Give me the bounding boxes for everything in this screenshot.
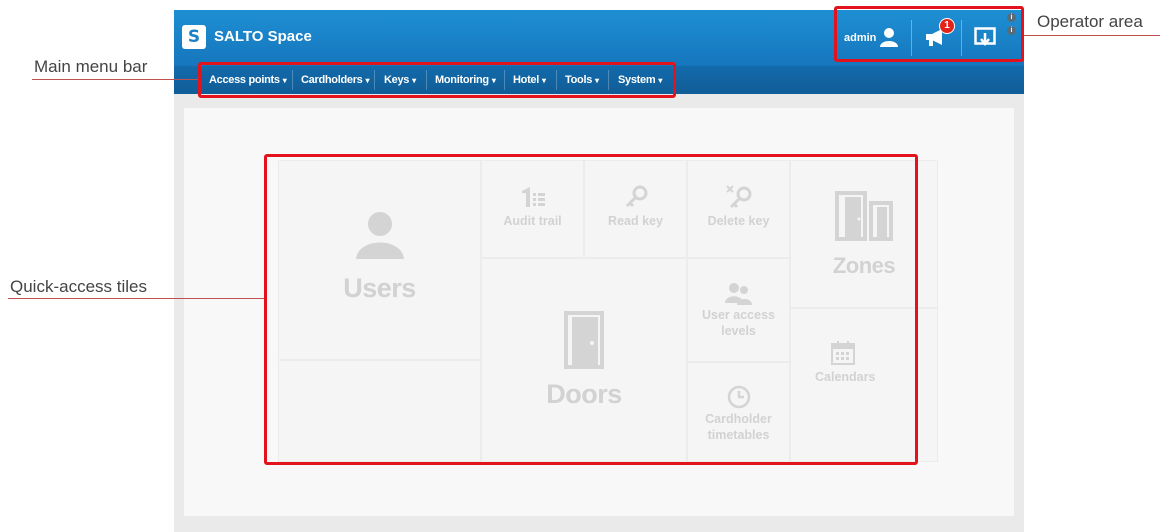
operator-area-callout bbox=[834, 6, 1024, 62]
operator-area-leader-line bbox=[1024, 35, 1160, 36]
main-menu-bar-callout bbox=[198, 62, 676, 98]
main-menu-bar-label: Main menu bar bbox=[34, 57, 148, 76]
app-title: SALTO Space bbox=[214, 28, 312, 45]
quick-access-tiles-leader-line bbox=[8, 298, 264, 299]
salto-logo-icon[interactable]: S bbox=[182, 25, 206, 49]
main-menu-bar-leader-line bbox=[32, 79, 198, 80]
quick-access-tiles-label: Quick-access tiles bbox=[10, 277, 147, 296]
operator-area-label: Operator area bbox=[1037, 12, 1143, 31]
quick-access-tiles-callout bbox=[264, 154, 918, 465]
